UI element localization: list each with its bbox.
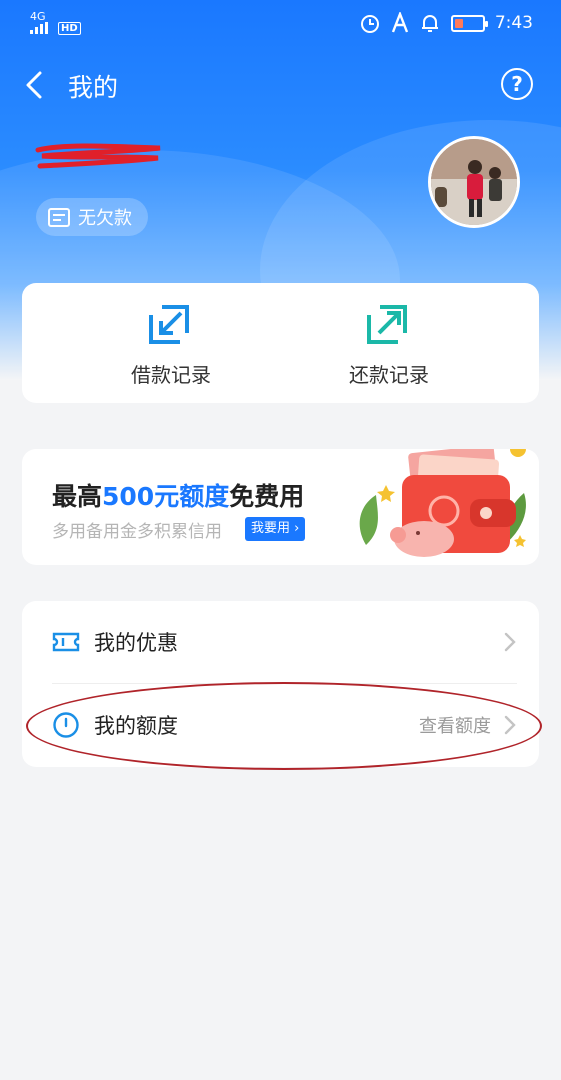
nav-bar: 我的 ? (0, 60, 561, 110)
question-circle-icon[interactable]: ? (501, 68, 533, 100)
hd-badge: HD (58, 22, 81, 35)
repay-record-icon (367, 305, 407, 344)
status-bar: 4G HD 7:43 (0, 0, 561, 46)
signal-icon: 4G (30, 11, 52, 34)
promo-banner[interactable]: 最高500元额度免费用 多用备用金多积累信用 我要用 › (22, 449, 539, 565)
clock-time: 7:43 (494, 13, 533, 33)
calendar-icon (48, 208, 70, 227)
debt-status-badge: 无欠款 (36, 198, 148, 236)
chevron-right-icon (504, 632, 516, 652)
debt-status-text: 无欠款 (78, 208, 132, 229)
wallet-piggy-illustration (359, 449, 526, 557)
promo-title: 最高500元额度免费用 (52, 482, 305, 511)
coupon-icon (52, 632, 80, 652)
borrow-record-icon (149, 305, 189, 344)
repay-record-button[interactable]: 还款记录 (260, 283, 518, 403)
bell-icon (421, 15, 438, 32)
battery-icon (450, 14, 488, 32)
avatar[interactable] (428, 136, 520, 228)
alarm-icon (360, 15, 379, 33)
annotation-ellipse (26, 682, 542, 770)
font-a-icon (391, 12, 408, 33)
menu-item-coupons[interactable]: 我的优惠 (22, 601, 539, 683)
chevron-left-icon[interactable] (22, 70, 48, 100)
username-redacted (35, 143, 161, 169)
use-now-button[interactable]: 我要用 › (245, 517, 306, 541)
repay-record-label: 还款记录 (349, 363, 429, 387)
menu-item-label: 我的优惠 (94, 631, 178, 655)
promo-subtitle: 多用备用金多积累信用 (52, 522, 222, 542)
page-title: 我的 (68, 73, 119, 102)
records-card: 借款记录 还款记录 (22, 283, 539, 403)
